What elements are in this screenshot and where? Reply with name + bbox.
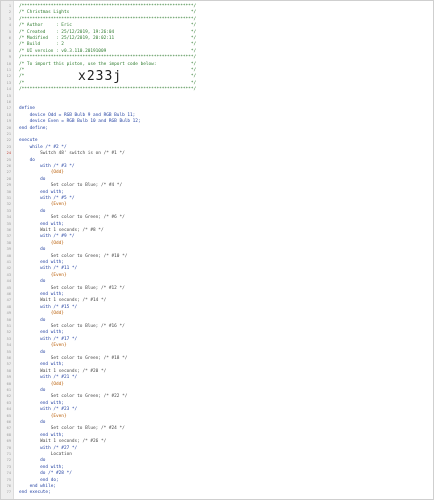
import-code[interactable]: x233j [78,69,122,84]
code-line[interactable]: 77 end execute; [1,489,433,496]
code-editor: 1/**************************************… [0,0,434,500]
code-text: end execute; [19,490,51,496]
line-number: 77 [6,490,11,495]
